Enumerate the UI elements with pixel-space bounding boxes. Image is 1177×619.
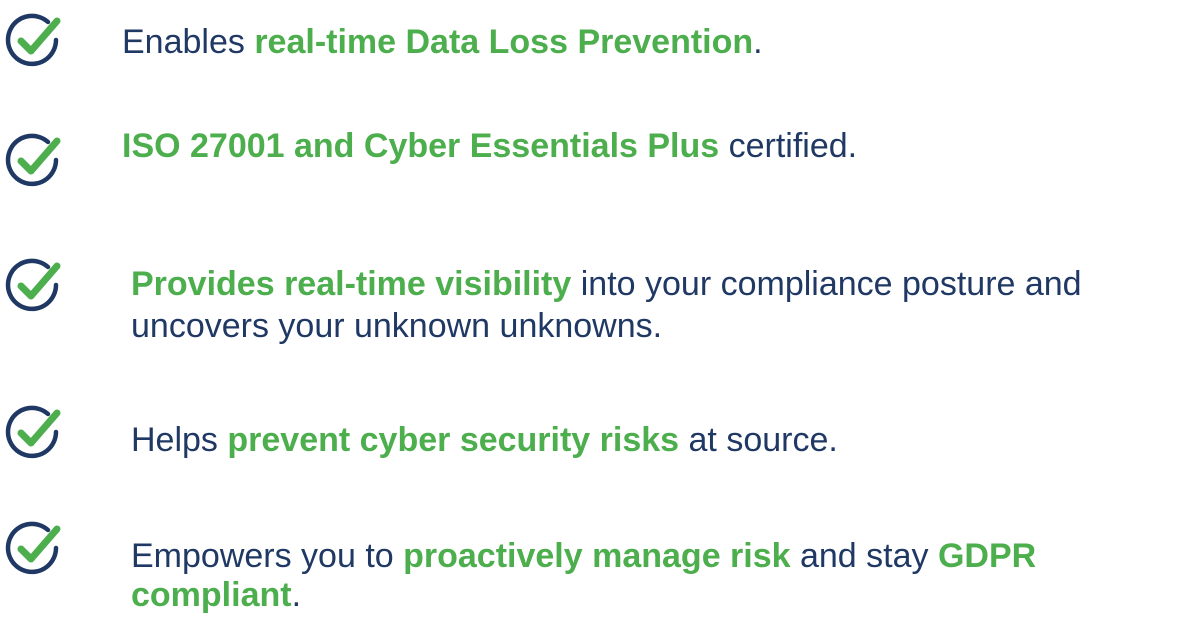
text-segment: uncovers your unknown unknowns. — [131, 307, 663, 345]
feature-text: ISO 27001 and Cyber Essentials Plus cert… — [122, 126, 857, 166]
highlight-segment: GDPR — [937, 537, 1037, 575]
highlight-segment: compliant — [131, 576, 292, 614]
text-segment: . — [753, 23, 763, 61]
feature-text: Provides real-time visibility into your … — [131, 264, 1082, 304]
text-segment: . — [291, 576, 302, 614]
feature-text: Enables real-time Data Loss Prevention. — [122, 22, 763, 62]
text-segment: Enables — [122, 23, 255, 61]
highlight-segment: prevent cyber security risks — [227, 421, 680, 459]
highlight-segment: ISO 27001 and Cyber Essentials Plus — [122, 127, 720, 165]
text-segment: Helps — [131, 421, 228, 459]
check-circle-icon — [4, 10, 64, 70]
text-segment: Empowers you to — [131, 537, 404, 575]
feature-text-line2: compliant. — [131, 575, 301, 615]
check-circle-icon — [4, 255, 64, 315]
text-segment: and stay — [790, 537, 938, 575]
text-segment: into your compliance posture and — [571, 265, 1082, 303]
check-circle-icon — [4, 402, 64, 462]
feature-text: Helps prevent cyber security risks at so… — [131, 420, 838, 460]
text-segment: at source. — [679, 421, 838, 459]
highlight-segment: real-time Data Loss Prevention — [254, 23, 754, 61]
highlight-segment: proactively manage risk — [403, 537, 791, 575]
feature-text-line2: uncovers your unknown unknowns. — [131, 306, 662, 346]
highlight-segment: Provides real-time visibility — [131, 265, 572, 303]
check-circle-icon — [4, 518, 64, 578]
check-circle-icon — [4, 130, 64, 190]
feature-text: Empowers you to proactively manage risk … — [131, 536, 1036, 576]
text-segment: certified. — [719, 127, 858, 165]
